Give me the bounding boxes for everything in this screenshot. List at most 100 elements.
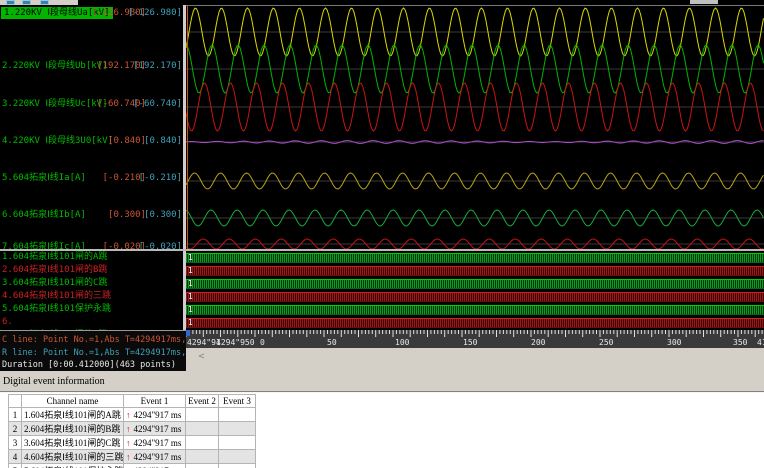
digital-channel-label: 2.604拓泉Ⅰ线101闸的B跳 <box>2 265 108 275</box>
digital-event-table[interactable]: Channel name Event 1 Event 2 Event 3 1 1.604拓… <box>8 394 256 468</box>
r-cursor-value: [-126.980] <box>127 8 182 18</box>
event-table-header[interactable]: Channel name <box>21 394 124 408</box>
digital-state-bar: 1 <box>186 292 764 302</box>
ruler-time-label: 350 <box>733 338 748 347</box>
ruler-ticks <box>186 330 763 337</box>
event-table-area: Channel name Event 1 Event 2 Event 3 1 1.604拓… <box>0 392 764 468</box>
digital-state-value: 1 <box>188 253 193 262</box>
rising-edge-arrow-icon: ↑ <box>126 409 131 420</box>
event1-cell: ↑4294"917 ms <box>123 463 186 468</box>
analog-waveform-area[interactable] <box>185 5 764 250</box>
cursor-position-marker[interactable] <box>186 330 190 336</box>
ruler-time-label: 100 <box>395 338 410 347</box>
digital-state-value: 1 <box>188 305 193 314</box>
analog-channel-row[interactable]: 6.604拓泉Ⅰ线Ib[A] [0.300] [0.300] <box>0 209 183 221</box>
c-cursor-line[interactable] <box>187 5 188 249</box>
r-cursor-value: [192.170] <box>133 61 182 71</box>
event-table-row[interactable]: 55.604拓泉Ⅰ线101保护永跳↑4294"917 ms <box>8 463 256 468</box>
event3-cell <box>218 449 256 464</box>
event-table-wrap: Channel name Event 1 Event 2 Event 3 1 1.604拓… <box>8 394 257 468</box>
event-table-row[interactable]: 1 1.604拓泉Ⅰ线101闸的A跳 ↑ 4294"917 ms <box>8 407 256 422</box>
event-table-header-row: Channel name Event 1 Event 2 Event 3 <box>8 394 256 408</box>
r-line-status: R line: Point No.=1,Abs T=4294917ms, Rel… <box>2 348 186 358</box>
event2-cell <box>185 449 219 464</box>
event1-cell: ↑4294"917 ms <box>123 421 186 436</box>
event3-cell <box>218 435 256 450</box>
analog-channel-label: 4.220KV Ⅰ段母线3U0[kV] <box>2 136 113 146</box>
c-cursor-value: [0.300] <box>108 210 146 220</box>
digital-channel-label: 3.604拓泉Ⅰ线101闸的C跳 <box>2 278 108 288</box>
time-ruler[interactable]: 4294"914294"95005010015020025030035041 <box>186 330 764 348</box>
ruler-time-label: 41 <box>757 338 764 347</box>
digital-state-bar: 1 <box>186 279 764 289</box>
ruler-time-label: 200 <box>531 338 546 347</box>
rising-edge-arrow-icon: ↑ <box>126 451 131 462</box>
analog-channel-row[interactable]: 1.220KV Ⅰ段母线Ua[kV] [-126.980] [-126.980] <box>0 7 183 19</box>
event-table-header[interactable]: Event 3 <box>218 394 256 408</box>
rising-edge-arrow-icon: ↑ <box>126 437 131 448</box>
row-number-cell: 2 <box>8 421 22 436</box>
rising-edge-arrow-icon: ↑ <box>126 423 131 434</box>
event-table-row[interactable]: 2 2.604拓泉Ⅰ线101闸的B跳 ↑ 4294"917 ms <box>8 421 256 436</box>
event2-cell <box>185 421 219 436</box>
channel-name-cell: 2.604拓泉Ⅰ线101闸的B跳 <box>21 421 124 436</box>
analog-channel-row[interactable]: 3.220KV Ⅰ段母线Uc[kV] [-60.740] [-60.740] <box>0 98 183 110</box>
ruler-time-label: 300 <box>667 338 682 347</box>
row-number-cell: 1 <box>8 407 22 422</box>
ruler-time-label: 150 <box>463 338 478 347</box>
digital-waveform-area[interactable]: 1 1 1 1 1 1 <box>186 251 764 330</box>
analog-waveforms-canvas <box>185 7 764 250</box>
event-table-row[interactable]: 4 4.604拓泉Ⅰ线101闸的三跳 ↑ 4294"917 ms <box>8 449 256 464</box>
row-number-cell: 3 <box>8 435 22 450</box>
section-band: Digital event information <box>0 373 764 392</box>
digital-channel-label: 6. <box>2 317 13 327</box>
event3-cell <box>218 421 256 436</box>
analog-channel-label: 5.604拓泉Ⅰ线Ia[A] <box>2 173 86 183</box>
digital-channel-row[interactable]: 5.604拓泉Ⅰ线101保护永跳 <box>0 303 183 315</box>
digital-channel-label: 4.604拓泉Ⅰ线101闸的三跳 <box>2 291 112 301</box>
horizontal-scrollbar: < <box>186 348 764 373</box>
event1-cell: ↑4294"917 ms <box>123 435 186 450</box>
digital-state-bar: 1 <box>186 318 764 328</box>
section-title: Digital event information <box>3 376 105 387</box>
channel-name-cell: 1.604拓泉Ⅰ线101闸的A跳 <box>21 407 124 422</box>
event2-cell <box>185 463 219 468</box>
scroll-left-button[interactable]: < <box>195 350 208 363</box>
digital-channel-row[interactable]: 1.604拓泉Ⅰ线101闸的A跳 <box>0 251 183 263</box>
cursor-status-panel: C line: Point No.=1,Abs T=4294917ms, Rel… <box>0 330 186 371</box>
digital-channel-row[interactable]: 3.604拓泉Ⅰ线101闸的C跳 <box>0 277 183 289</box>
digital-channel-row[interactable]: 2.604拓泉Ⅰ线101闸的B跳 <box>0 264 183 276</box>
event-table-row[interactable]: 3 3.604拓泉Ⅰ线101闸的C跳 ↑ 4294"917 ms <box>8 435 256 450</box>
channel-name-cell: 3.604拓泉Ⅰ线101闸的C跳 <box>21 435 124 450</box>
analog-channel-row[interactable]: 2.220KV Ⅰ段母线Ub[kV] [192.170] [192.170] <box>0 60 183 72</box>
ruler-time-label: 0 <box>260 338 265 347</box>
top-right-fragment <box>690 0 718 4</box>
event-table-header[interactable]: Event 2 <box>185 394 219 408</box>
digital-state-value: 1 <box>188 292 193 301</box>
event2-cell <box>185 435 219 450</box>
channel-name-cell: 4.604拓泉Ⅰ线101闸的三跳 <box>21 449 124 464</box>
digital-channel-row[interactable]: 4.604拓泉Ⅰ线101闸的三跳 <box>0 290 183 302</box>
event2-cell <box>185 407 219 422</box>
digital-state-value: 1 <box>188 279 193 288</box>
event-table-header[interactable]: Event 1 <box>123 394 186 408</box>
event1-cell: ↑4294"917 ms <box>123 407 186 422</box>
duration-status: Duration [0:00.412000](463 points) <box>2 360 176 370</box>
analog-channel-label: 3.220KV Ⅰ段母线Uc[kV] <box>2 99 108 109</box>
analog-channel-label: 2.220KV Ⅰ段母线Ub[kV] <box>2 61 108 71</box>
digital-state-bar: 1 <box>186 266 764 276</box>
ruler-time-label: 50 <box>327 338 337 347</box>
digital-state-value: 1 <box>188 318 193 327</box>
digital-channel-label: 5.604拓泉Ⅰ线101保护永跳 <box>2 304 112 314</box>
channel-label-panel: 1.220KV Ⅰ段母线Ua[kV] [-126.980] [-126.980] 2.… <box>0 5 183 330</box>
r-cursor-value: [0.840] <box>144 136 182 146</box>
analog-channel-row[interactable]: 4.220KV Ⅰ段母线3U0[kV] [0.840] [0.840] <box>0 135 183 147</box>
digital-state-bar: 1 <box>186 305 764 315</box>
analog-channel-row[interactable]: 5.604拓泉Ⅰ线Ia[A] [-0.210] [-0.210] <box>0 172 183 184</box>
tick-marks <box>186 330 763 337</box>
digital-state-bar: 1 <box>186 253 764 263</box>
event3-cell <box>218 463 256 468</box>
ruler-time-label: 250 <box>599 338 614 347</box>
waveform-viewer-window: 1.220KV Ⅰ段母线Ua[kV] [-126.980] [-126.980] 2.… <box>0 0 764 468</box>
digital-channel-row[interactable]: 6. <box>0 316 183 328</box>
